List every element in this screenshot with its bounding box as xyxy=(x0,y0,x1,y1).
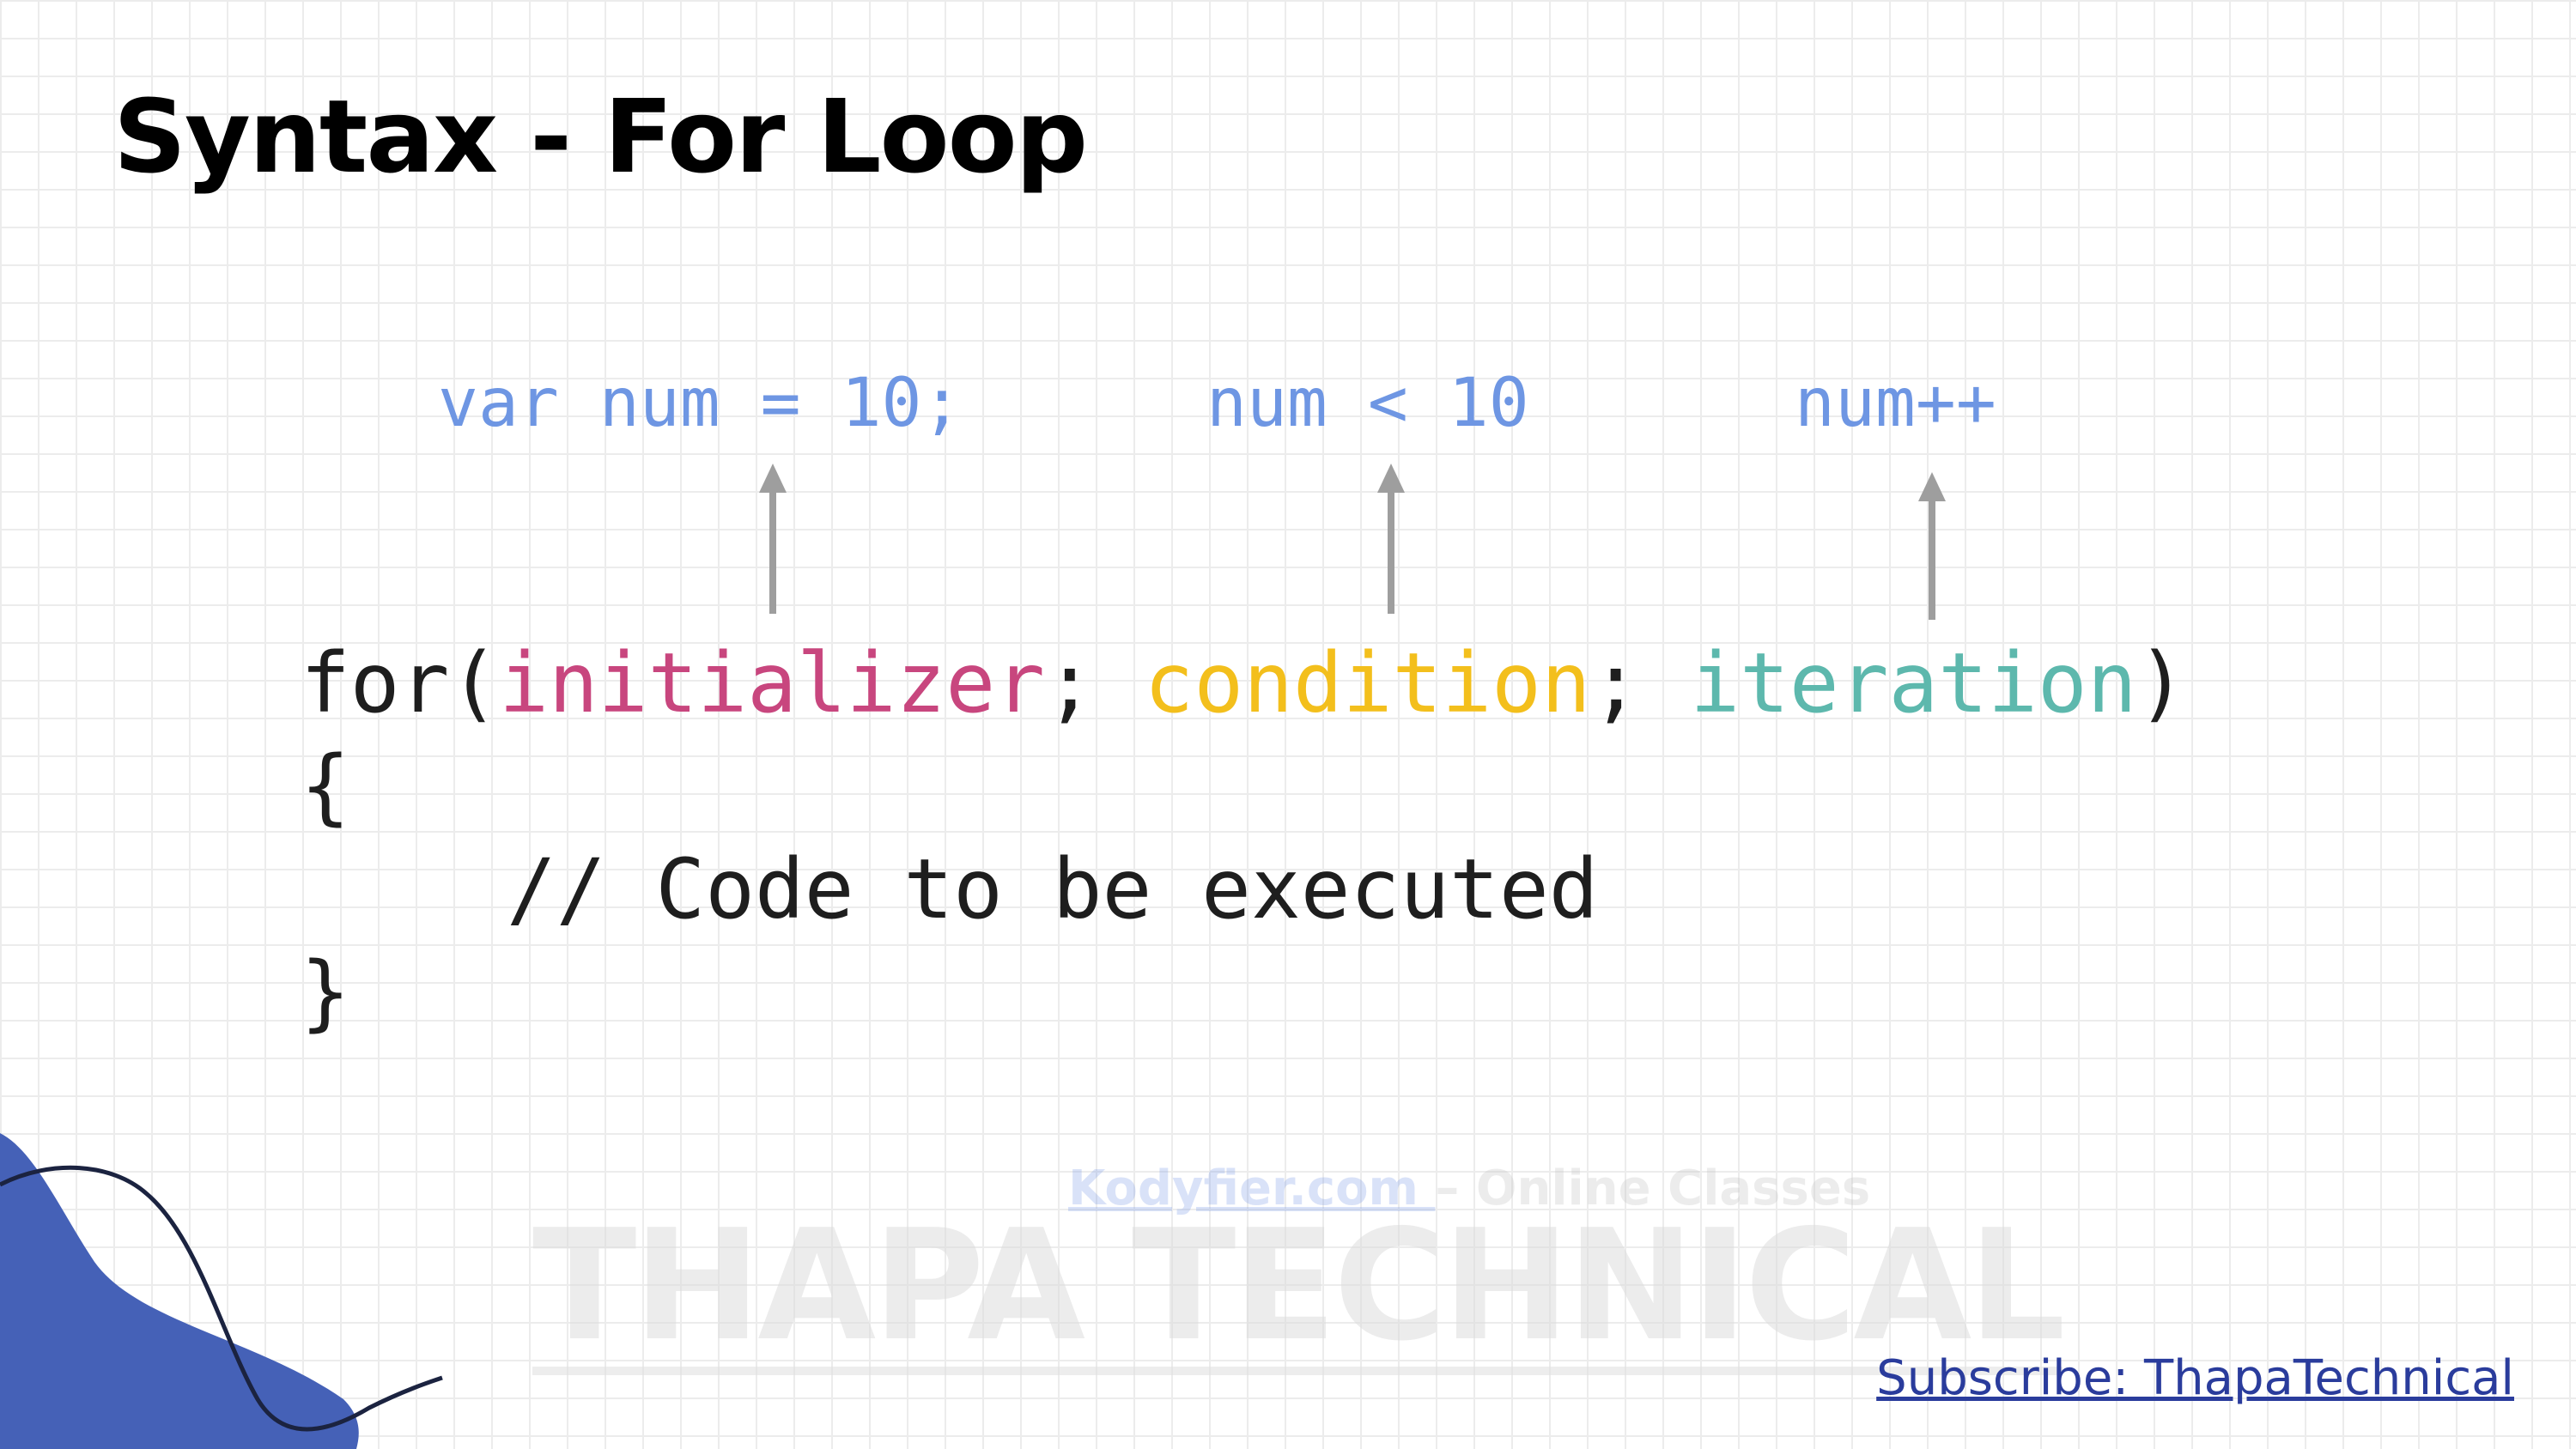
arrow-up-icon xyxy=(1918,472,1946,620)
initializer-example: var num = 10; xyxy=(438,365,963,442)
condition-token: condition xyxy=(1144,635,1591,731)
for-keyword: for( xyxy=(301,635,500,731)
code-comment: // Code to be executed xyxy=(507,841,1599,937)
arrow-up-icon xyxy=(759,464,787,614)
close-paren: ) xyxy=(2136,635,2187,731)
watermark-brand: THAPA TECHNICAL xyxy=(532,1197,2066,1375)
decorative-blob xyxy=(0,1133,443,1449)
slide-title: Syntax - For Loop xyxy=(113,77,1088,196)
open-brace: { xyxy=(301,738,350,834)
separator: ; xyxy=(1590,635,1691,731)
iteration-token: iteration xyxy=(1690,635,2137,731)
arrow-up-icon xyxy=(1377,464,1405,614)
condition-example: num < 10 xyxy=(1206,365,1529,442)
for-loop-signature: for(initializer; condition; iteration) xyxy=(301,635,2186,731)
close-brace: } xyxy=(301,944,350,1040)
subscribe-link[interactable]: Subscribe: ThapaTechnical xyxy=(1876,1350,2514,1406)
iteration-example: num++ xyxy=(1795,365,1996,442)
separator: ; xyxy=(1044,635,1145,731)
initializer-token: initializer xyxy=(499,635,1045,731)
